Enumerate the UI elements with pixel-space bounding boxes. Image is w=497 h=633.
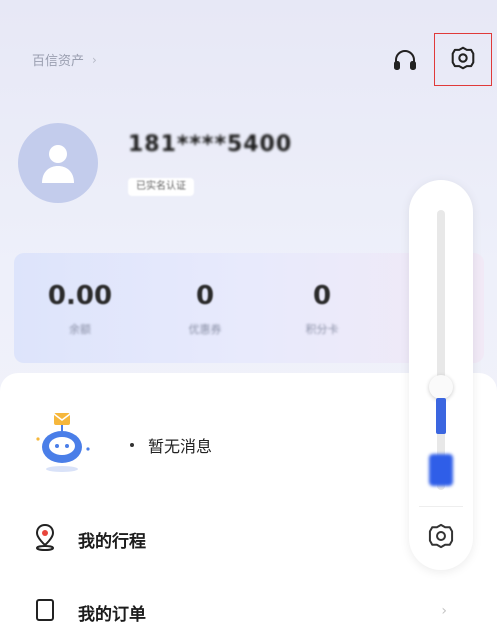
location-pin-icon <box>32 523 58 556</box>
settings-button[interactable] <box>434 33 492 86</box>
stat-value: 0.00 <box>47 281 113 311</box>
stat-label: 优惠券 <box>188 323 222 336</box>
stat-cards[interactable]: 0 积分卡 <box>272 281 372 337</box>
slider-indicator <box>429 454 453 486</box>
user-silhouette-icon <box>42 145 74 183</box>
order-icon <box>32 597 58 628</box>
bullet-dot <box>130 443 134 447</box>
stat-value: 0 <box>312 281 332 311</box>
stat-label: 余额 <box>69 323 91 336</box>
status-badge: 已实名认证 <box>128 178 194 196</box>
gear-icon <box>450 45 476 75</box>
assets-label: 百信资产 <box>32 54 85 69</box>
slider-settings-button[interactable] <box>423 520 459 556</box>
chevron-right-icon: › <box>441 603 447 619</box>
chevron-right-icon: › <box>92 52 97 67</box>
avatar[interactable] <box>18 123 98 203</box>
stat-label: 积分卡 <box>305 323 339 336</box>
gear-icon <box>427 522 455 554</box>
menu-item-orders[interactable]: 我的订单 <box>32 597 146 628</box>
robot-mail-icon <box>30 409 100 475</box>
brightness-slider-panel <box>409 180 473 570</box>
stat-value: 0 <box>195 281 215 311</box>
assets-link[interactable]: 百信资产 › <box>32 50 97 70</box>
stat-balance[interactable]: 0.00 余额 <box>30 281 130 337</box>
empty-message: 暂无消息 <box>130 433 212 457</box>
menu-item-trips[interactable]: 我的行程 <box>32 523 146 556</box>
headset-icon[interactable] <box>388 44 422 78</box>
stat-coupons[interactable]: 0 优惠券 <box>155 281 255 337</box>
top-bar: 百信资产 › <box>0 0 497 110</box>
slider-handle[interactable] <box>429 375 453 399</box>
divider <box>419 506 463 507</box>
menu-item-label: 我的订单 <box>78 605 146 625</box>
menu-item-label: 我的行程 <box>78 532 146 552</box>
phone-number: 181****5400 <box>128 132 293 157</box>
empty-message-text: 暂无消息 <box>148 437 213 456</box>
slider-fill <box>436 398 446 434</box>
slider-track[interactable] <box>437 210 445 490</box>
